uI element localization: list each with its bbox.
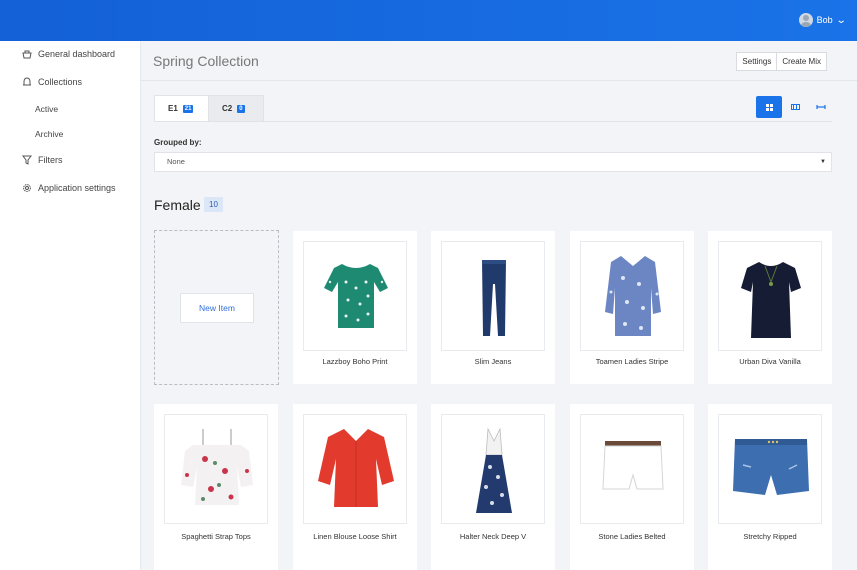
product-name: Toamen Ladies Stripe	[595, 357, 669, 366]
product-image	[580, 241, 684, 351]
tab-c2[interactable]: C2 0	[209, 95, 264, 122]
tab-divider	[154, 121, 832, 122]
tab-count-badge: 0	[237, 104, 245, 113]
main-content: Spring Collection Settings Create Mix E1…	[141, 41, 857, 570]
new-item-placeholder: New Item	[154, 230, 279, 385]
grouped-by-select[interactable]: None ▼	[154, 152, 832, 172]
product-card[interactable]: Slim Jeans	[431, 231, 555, 384]
create-mix-button[interactable]: Create Mix	[777, 52, 827, 71]
product-name: Stretchy Ripped	[743, 532, 797, 541]
grouped-by-label: Grouped by:	[154, 138, 202, 147]
product-name: Linen Blouse Loose Shirt	[313, 532, 397, 541]
product-card[interactable]: Stone Ladies Belted	[570, 404, 694, 570]
product-name: Slim Jeans	[474, 357, 512, 366]
product-card[interactable]: Spaghetti Strap Tops	[154, 404, 278, 570]
tab-e1[interactable]: E1 21	[154, 95, 209, 122]
top-bar: Bob ⌄	[0, 0, 857, 41]
grid-view-icon	[765, 103, 773, 111]
product-name: Urban Diva Vanilla	[739, 357, 801, 366]
new-item-button[interactable]: New Item	[180, 293, 254, 323]
product-name: Stone Ladies Belted	[598, 532, 666, 541]
select-value: None	[167, 157, 185, 166]
sidebar-item-application-settings[interactable]: Application settings	[22, 183, 116, 193]
sidebar-item-general-dashboard[interactable]: General dashboard	[22, 49, 115, 59]
product-image	[441, 414, 545, 524]
sidebar-item-active[interactable]: Active	[35, 104, 58, 114]
title-bar: Spring Collection Settings Create Mix	[141, 41, 857, 81]
section-count-badge: 10	[204, 197, 223, 212]
product-card[interactable]: Toamen Ladies Stripe	[570, 231, 694, 384]
product-name: Lazzboy Boho Print	[322, 357, 388, 366]
product-card[interactable]: Urban Diva Vanilla	[708, 231, 832, 384]
sidebar-item-label: Collections	[38, 77, 83, 87]
product-image	[580, 414, 684, 524]
product-card[interactable]: Stretchy Ripped	[708, 404, 832, 570]
product-image	[441, 241, 545, 351]
tab-count-badge: 21	[182, 104, 194, 113]
caret-down-icon: ▼	[820, 159, 826, 165]
tab-label: E1	[168, 104, 178, 113]
product-image	[718, 241, 822, 351]
dashboard-icon	[22, 50, 32, 59]
sidebar-item-label: General dashboard	[38, 49, 116, 59]
tab-bar: E1 21 C2 0	[154, 95, 264, 122]
sidebar: General dashboard Collections Active Arc…	[0, 41, 141, 570]
filter-icon	[22, 155, 32, 165]
settings-button[interactable]: Settings	[736, 52, 778, 71]
sidebar-item-collections[interactable]: Collections	[22, 77, 82, 87]
user-name: Bob	[816, 15, 833, 25]
header-actions: Settings Create Mix	[736, 52, 827, 71]
view-switcher	[756, 96, 834, 118]
product-image	[303, 414, 407, 524]
columns-view-icon	[790, 104, 800, 110]
avatar	[798, 13, 813, 27]
section-title: Female	[154, 197, 201, 213]
sidebar-item-label: Filters	[38, 155, 63, 165]
sidebar-item-label: Application settings	[38, 183, 116, 193]
bell-icon	[22, 77, 32, 87]
product-name: Halter Neck Deep V	[459, 532, 527, 541]
grid-view-button[interactable]	[756, 96, 782, 118]
product-image	[718, 414, 822, 524]
page-title: Spring Collection	[153, 53, 259, 69]
list-view-icon	[816, 104, 826, 110]
gear-icon	[22, 183, 32, 193]
sidebar-item-archive[interactable]: Archive	[35, 129, 63, 139]
sidebar-item-filters[interactable]: Filters	[22, 155, 63, 165]
product-image	[164, 414, 268, 524]
product-image	[303, 241, 407, 351]
chevron-down-icon: ⌄	[835, 14, 847, 26]
tab-label: C2	[222, 104, 233, 113]
product-card[interactable]: Linen Blouse Loose Shirt	[293, 404, 417, 570]
product-name: Spaghetti Strap Tops	[181, 532, 251, 541]
product-card[interactable]: Halter Neck Deep V	[431, 404, 555, 570]
columns-view-button[interactable]	[782, 96, 808, 118]
product-card[interactable]: Lazzboy Boho Print	[293, 231, 417, 384]
user-menu[interactable]: Bob ⌄	[798, 13, 847, 27]
list-view-button[interactable]	[808, 96, 834, 118]
